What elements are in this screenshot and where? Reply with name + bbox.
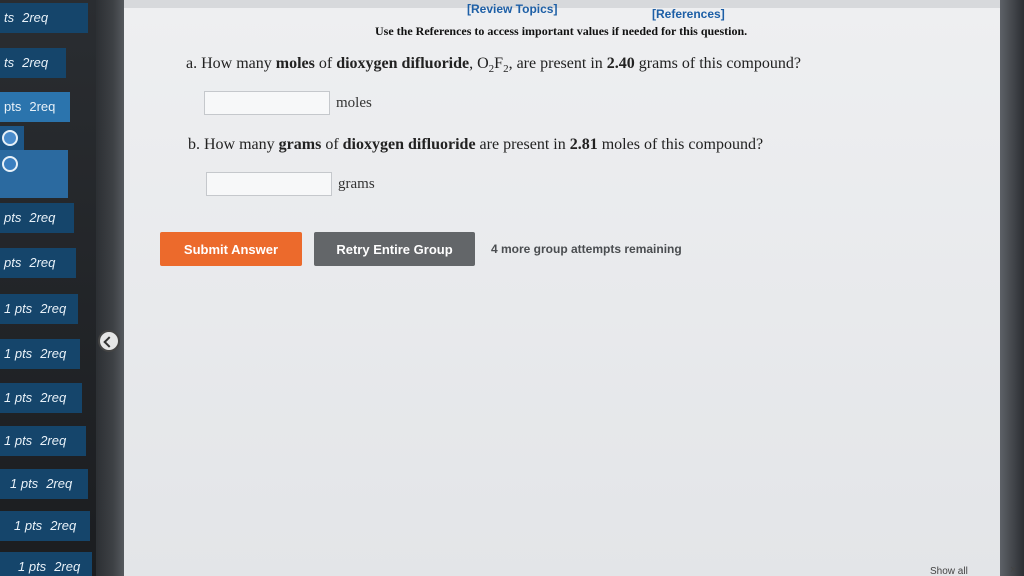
status-indicator-2[interactable] [0,150,68,198]
sidebar-item-6[interactable]: 1 pts 2req [0,294,78,324]
sidebar-item-req: 2req [40,390,67,405]
sidebar-item-req: 2req [29,255,56,270]
sidebar-item-11[interactable]: 1 pts 2req [0,511,90,541]
question-text: , are present in [508,55,603,72]
sidebar-item-req: 2req [50,518,77,533]
formula-element: O [477,55,489,72]
status-indicator-1 [0,126,24,150]
sidebar-item-req: 2req [29,99,56,114]
sidebar-item-points: 1 pts [18,559,47,574]
sidebar-item-req: 2req [46,476,73,491]
sidebar-item-8[interactable]: 1 pts 2req [0,383,82,413]
question-text: of [318,55,333,72]
moles-unit-label: moles [336,95,372,111]
compound-name: dioxygen difluoride [342,136,476,153]
question-text: moles of this compound? [601,136,764,153]
sidebar-item-5[interactable]: pts 2req [0,248,76,278]
question-text: grams of this compound? [638,55,801,72]
sidebar-item-9[interactable]: 1 pts 2req [0,426,86,456]
sidebar-item-points: 1 pts [4,390,33,405]
grams-answer-input[interactable] [206,172,332,196]
compound-name: dioxygen difluoride [336,55,470,72]
sidebar-item-2[interactable]: ts 2req [0,48,66,78]
attempts-remaining: 4 more group attempts remaining [491,242,682,256]
sidebar-item-req: 2req [40,301,67,316]
question-b: b. How many grams of dioxygen difluoride… [188,136,763,154]
sidebar-item-req: 2req [22,10,49,25]
collapse-sidebar-icon[interactable] [98,330,120,352]
question-text: are present in [479,136,566,153]
sidebar-item-points: pts [4,255,22,270]
sidebar-item-points: 1 pts [14,518,43,533]
sidebar-item-req: 2req [22,55,49,70]
question-value: 2.81 [569,136,598,153]
close-icon[interactable]: × [1010,564,1016,576]
sidebar-item-1[interactable]: ts 2req [0,3,88,33]
chemical-formula: O2F2 [477,55,508,75]
sidebar-item-3[interactable]: pts 2req [0,92,70,122]
screen: ts 2req ts 2req pts 2req pts 2req pts 2req 1 … [0,0,1024,576]
question-a: a. How many moles of dioxygen difluoride… [186,55,801,76]
question-part-label: b. [188,136,200,153]
retry-entire-group-button[interactable]: Retry Entire Group [314,232,475,266]
show-all-link[interactable]: Show all [930,566,968,576]
sidebar-item-req: 2req [40,433,67,448]
circle-status-icon [2,130,18,146]
references-instruction: Use the References to access important v… [375,24,748,38]
review-topics-link[interactable]: [Review Topics] [467,2,557,16]
moles-answer-input[interactable] [204,91,330,115]
sidebar-item-req: 2req [54,559,81,574]
sidebar-item-points: ts [4,55,15,70]
question-sidebar: ts 2req ts 2req pts 2req pts 2req pts 2req 1 … [0,0,96,576]
sidebar-item-points: pts [4,210,22,225]
sidebar-item-points: pts [4,99,22,114]
sidebar-item-points: 1 pts [4,301,33,316]
references-link[interactable]: [References] [652,7,725,21]
sidebar-separator [96,0,124,576]
question-part-label: a. [186,55,198,72]
sidebar-item-points: 1 pts [4,346,33,361]
question-text: How many [204,136,275,153]
question-emphasis: grams [278,136,322,153]
sidebar-item-10[interactable]: 1 pts 2req [0,469,88,499]
sidebar-item-points: 1 pts [10,476,39,491]
question-text: How many [201,55,272,72]
circle-status-icon [2,156,18,172]
right-edge [1000,0,1024,576]
submit-answer-button[interactable]: Submit Answer [160,232,302,266]
sidebar-item-12[interactable]: 1 pts 2req [0,552,92,576]
question-value: 2.40 [606,55,635,72]
sidebar-item-req: 2req [29,210,56,225]
sidebar-item-points: ts [4,10,15,25]
question-emphasis: moles [275,55,315,72]
sidebar-item-4[interactable]: pts 2req [0,203,74,233]
sidebar-item-req: 2req [40,346,67,361]
question-text: of [325,136,339,153]
formula-element: F [494,55,504,72]
sidebar-item-points: 1 pts [4,433,33,448]
sidebar-item-7[interactable]: 1 pts 2req [0,339,80,369]
grams-unit-label: grams [338,176,375,192]
